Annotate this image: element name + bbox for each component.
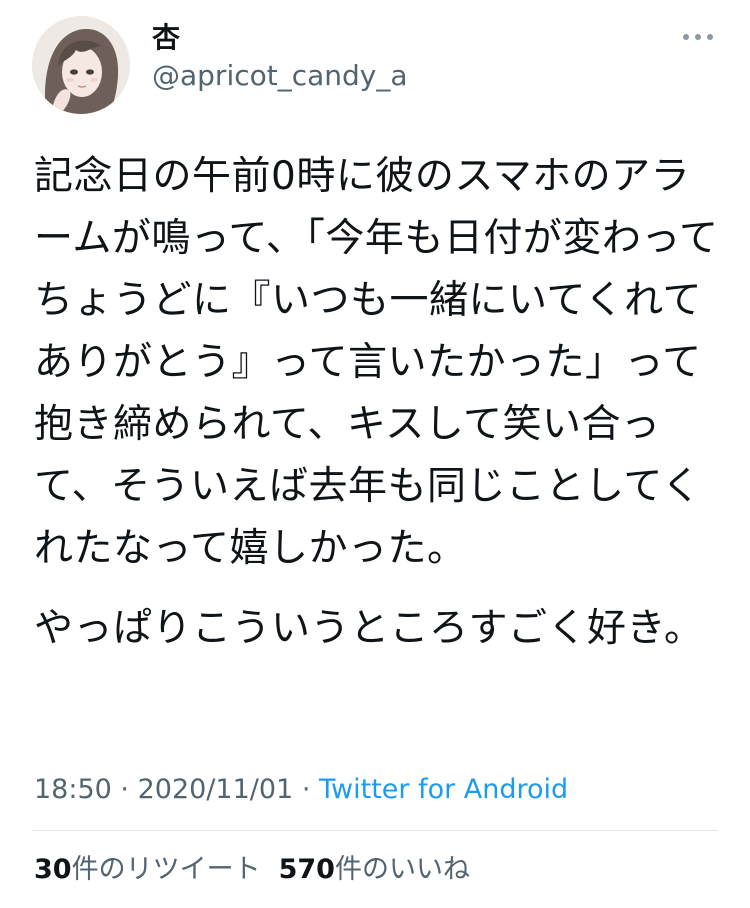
tweet-meta: 18:50 · 2020/11/01 · Twitter for Android <box>34 770 568 810</box>
like-label: 件のいいね <box>334 854 470 885</box>
like-count: 570 <box>278 854 335 885</box>
meta-separator: · <box>120 774 129 805</box>
display-name[interactable]: 杏 <box>152 18 180 58</box>
tweet-text: 記念日の午前0時に彼のスマホのアラームが鳴って、「今年も日付が変わってちょうどに… <box>34 146 724 660</box>
meta-separator: · <box>301 774 311 805</box>
tweet-source-link[interactable]: Twitter for Android <box>319 774 568 805</box>
avatar-illustration-icon <box>32 16 130 114</box>
divider <box>32 830 718 831</box>
like-stat[interactable]: 570件のいいね <box>279 854 470 885</box>
tweet-time[interactable]: 18:50 <box>34 774 112 805</box>
tweet-date[interactable]: 2020/11/01 <box>138 774 294 805</box>
tweet-paragraph: 記念日の午前0時に彼のスマホのアラームが鳴って、「今年も日付が変わってちょうどに… <box>34 154 719 571</box>
retweet-stat[interactable]: 30件のリツイート <box>34 854 261 885</box>
avatar[interactable] <box>32 16 130 114</box>
user-handle[interactable]: @apricot_candy_a <box>152 56 408 96</box>
tweet-detail: 杏 @apricot_candy_a 記念日の午前0時に彼のスマホのアラームが鳴… <box>0 0 750 908</box>
more-horizontal-icon[interactable] <box>674 22 722 52</box>
tweet-paragraph: やっぱりこういうところすごく好き。 <box>34 606 704 651</box>
retweet-count: 30 <box>34 854 72 885</box>
retweet-label: 件のリツイート <box>71 854 261 885</box>
tweet-stats: 30件のリツイート 570件のいいね <box>34 850 470 890</box>
